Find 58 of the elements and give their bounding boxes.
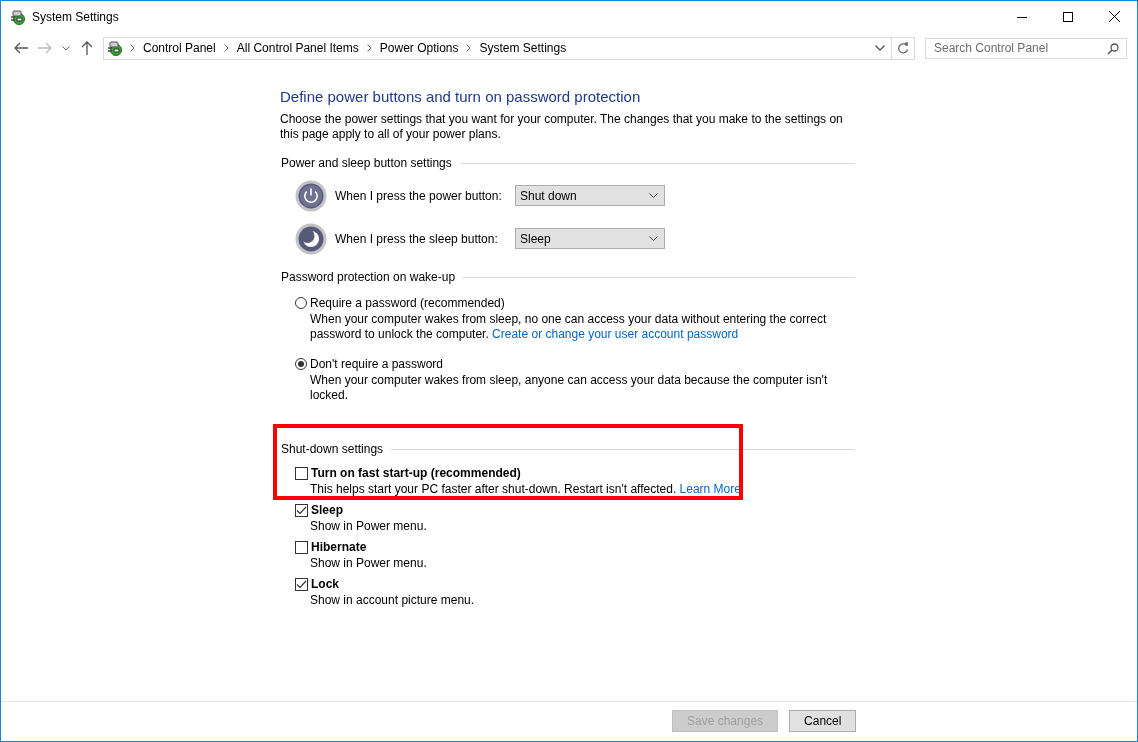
breadcrumb[interactable]: System Settings [474, 41, 572, 55]
link[interactable]: Create or change your user account password [492, 327, 739, 341]
setting-label: When I press the power button: [335, 188, 503, 203]
checkbox[interactable] [295, 466, 308, 480]
section-title: Shut-down settings [281, 442, 384, 456]
page-heading: Define power buttons and turn on password protection [280, 88, 642, 105]
window-title: System Settings [32, 9, 120, 24]
dropdown[interactable]: Sleep [515, 228, 665, 249]
radio-button[interactable] [295, 358, 307, 370]
option-label: Don't require a password [310, 357, 444, 371]
forward-icon [38, 42, 52, 54]
checkbox[interactable] [295, 577, 308, 591]
option-description: When your computer wakes from sleep, anyone can access your data because the computer isn't locked. [310, 373, 829, 403]
maximize-icon [1063, 11, 1073, 22]
cancel-button[interactable]: Cancel [789, 710, 857, 732]
intro-text: Choose the power settings that you want for your computer. The changes that you make to the settings on this page apply to all of your power plans. [280, 112, 844, 142]
option-description: Show in Power menu. [310, 519, 428, 534]
dropdown[interactable]: Shut down [515, 185, 665, 206]
chevron-down-icon [649, 193, 658, 198]
option-label: Turn on fast start-up (recommended) [311, 466, 521, 480]
close-icon [1108, 11, 1120, 22]
up-arrow-icon [81, 41, 93, 55]
chevron-icon [130, 43, 135, 52]
address-bar[interactable]: Control Panel All Control Panel Items Power Options System Settings [103, 36, 892, 60]
link[interactable]: Learn More [679, 482, 741, 496]
dropdown-value: Shut down [520, 188, 577, 203]
chevron-down-icon [649, 236, 658, 241]
breadcrumb[interactable]: Control Panel [138, 41, 221, 55]
breadcrumb[interactable]: All Control Panel Items [231, 41, 364, 55]
section-title: Password protection on wake-up [281, 270, 456, 284]
radio-button[interactable] [295, 297, 307, 309]
chevron-icon [466, 43, 472, 52]
refresh-icon [897, 42, 909, 54]
section-title: Power and sleep button settings [281, 156, 452, 170]
checkbox[interactable] [295, 503, 308, 517]
option-label: Require a password (recommended) [310, 296, 505, 310]
option-label: Sleep [311, 503, 343, 517]
option-description: This helps start your PC faster after shut-down. Restart isn't affected. Learn More [310, 482, 742, 497]
control-panel-icon [107, 40, 123, 56]
search-field[interactable]: Search Control Panel [925, 37, 1127, 59]
option-description: Show in account picture menu. [310, 593, 476, 608]
dropdown-value: Sleep [520, 231, 551, 246]
chevron-down-icon [62, 45, 70, 51]
control-panel-icon [10, 8, 26, 25]
checkbox[interactable] [295, 540, 308, 554]
power-button-icon [295, 179, 327, 212]
breadcrumb[interactable]: Power Options [374, 41, 464, 55]
back-icon [14, 42, 28, 54]
sleep-button-icon [295, 222, 327, 255]
option-description: Show in Power menu. [310, 556, 428, 571]
option-label: Hibernate [311, 540, 367, 554]
option-description: When your computer wakes from sleep, no one can access your data without entering the correct password to unlock the computer. Create or change your user account password [310, 312, 828, 342]
search-icon [1107, 42, 1119, 55]
chevron-icon [366, 43, 372, 52]
chevron-icon [223, 43, 229, 52]
option-label: Lock [311, 577, 339, 591]
setting-label: When I press the sleep button: [335, 231, 499, 246]
refresh-button[interactable] [891, 36, 915, 60]
